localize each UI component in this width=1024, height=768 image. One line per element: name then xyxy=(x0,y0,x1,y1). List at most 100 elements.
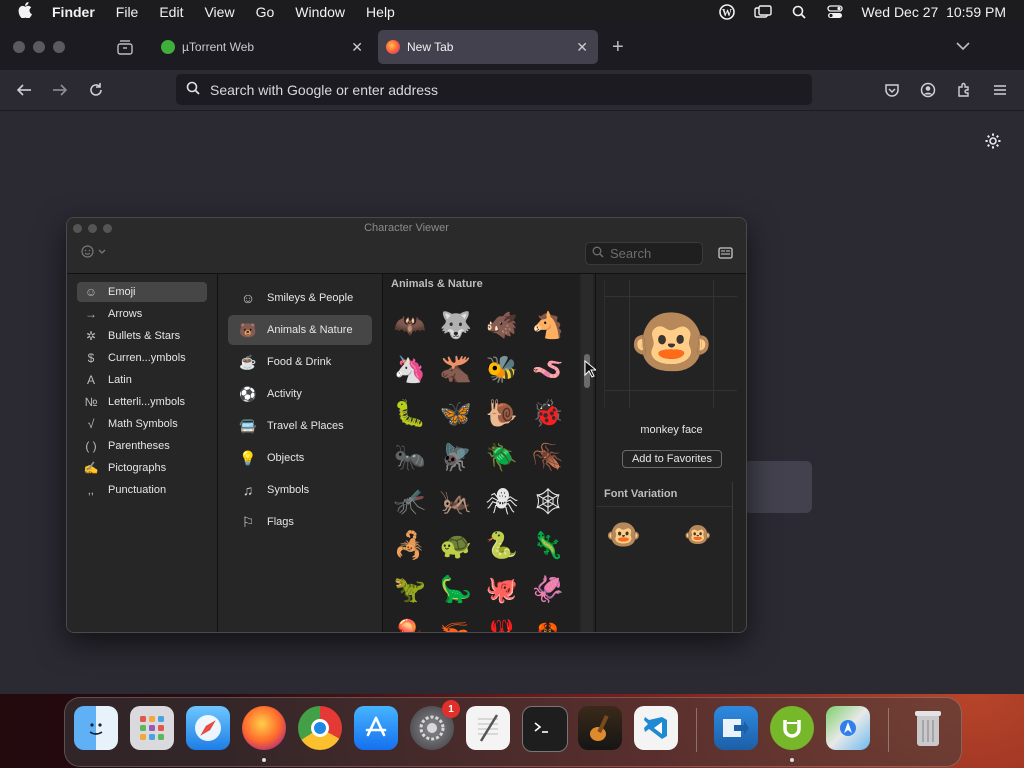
selected-character-glyph[interactable]: 🐵 xyxy=(629,300,714,384)
menu-window[interactable]: Window xyxy=(295,4,345,20)
close-tab-icon[interactable]: ✕ xyxy=(351,39,363,56)
new-tab-plus-icon[interactable]: + xyxy=(612,36,624,59)
emoji-cell[interactable]: 🦖 xyxy=(393,572,427,606)
category-currency-symbols[interactable]: $ Curren...ymbols xyxy=(77,348,207,368)
emoji-cell[interactable]: 🐝 xyxy=(485,352,519,386)
category-latin[interactable]: A Latin xyxy=(77,370,207,390)
add-to-favorites-button[interactable]: Add to Favorites xyxy=(622,450,722,468)
top-site-tile[interactable] xyxy=(744,461,812,513)
maps-icon[interactable] xyxy=(826,706,870,750)
font-variation-glyph[interactable]: 🐵 xyxy=(606,518,641,551)
group-symbols[interactable]: ♫ Symbols xyxy=(228,475,372,505)
emoji-cell[interactable]: 🕷 xyxy=(485,484,519,518)
close-tab-icon[interactable]: ✕ xyxy=(576,39,588,56)
emoji-cell[interactable]: 🦂 xyxy=(393,528,427,562)
emoji-cell[interactable]: 🐢 xyxy=(439,528,473,562)
tab-overview-icon[interactable] xyxy=(117,39,133,60)
emoji-cell[interactable]: 🪼 xyxy=(393,616,427,632)
category-letterlike-symbols[interactable]: № Letterli...ymbols xyxy=(77,392,207,412)
trash-icon[interactable] xyxy=(906,706,950,750)
migration-assistant-icon[interactable] xyxy=(714,706,758,750)
vscode-icon[interactable] xyxy=(634,706,678,750)
emoji-cell[interactable]: 🦎 xyxy=(531,528,565,562)
category-pictographs[interactable]: ✍ Pictographs xyxy=(77,458,207,478)
firefox-icon[interactable] xyxy=(242,706,286,750)
finder-icon[interactable] xyxy=(74,706,118,750)
tab-utorrent[interactable]: µTorrent Web ✕ xyxy=(153,30,373,64)
apple-icon[interactable] xyxy=(18,2,34,22)
category-emoji[interactable]: ☺ Emoji xyxy=(77,282,207,302)
emoji-cell[interactable]: 🪱 xyxy=(531,352,565,386)
menu-edit[interactable]: Edit xyxy=(159,4,183,20)
hamburger-menu-icon[interactable] xyxy=(990,80,1010,100)
category-bullets-stars[interactable]: ✲ Bullets & Stars xyxy=(77,326,207,346)
safari-icon[interactable] xyxy=(186,706,230,750)
emoji-cell[interactable]: 🐞 xyxy=(531,396,565,430)
action-menu-button[interactable] xyxy=(81,245,106,258)
category-arrows[interactable]: → Arrows xyxy=(77,304,207,324)
menu-help[interactable]: Help xyxy=(366,4,395,20)
group-food-drink[interactable]: ☕ Food & Drink xyxy=(228,347,372,377)
garageband-icon[interactable] xyxy=(578,706,622,750)
emoji-cell[interactable]: 🐍 xyxy=(485,528,519,562)
menu-file[interactable]: File xyxy=(116,4,139,20)
launchpad-icon[interactable] xyxy=(130,706,174,750)
emoji-cell[interactable]: 🐗 xyxy=(485,308,519,342)
system-settings-icon[interactable]: 1 xyxy=(410,700,460,750)
menu-clock[interactable]: Wed Dec 27 10:59 PM xyxy=(862,4,1006,20)
emoji-cell[interactable]: 🐺 xyxy=(439,308,473,342)
menu-go[interactable]: Go xyxy=(256,4,275,20)
address-bar[interactable]: Search with Google or enter address xyxy=(176,74,812,105)
app-store-icon[interactable] xyxy=(354,706,398,750)
emoji-cell[interactable]: 🕸 xyxy=(531,484,565,518)
zoom-window-button[interactable] xyxy=(53,41,65,53)
spotlight-search-icon[interactable] xyxy=(790,4,808,20)
account-icon[interactable] xyxy=(918,80,938,100)
settings-gear-icon[interactable] xyxy=(984,132,1002,155)
emoji-cell[interactable]: 🦄 xyxy=(393,352,427,386)
category-math-symbols[interactable]: √ Math Symbols xyxy=(77,414,207,434)
emoji-cell[interactable]: 🦀 xyxy=(531,616,565,632)
font-variation-glyph[interactable]: 🐵 xyxy=(684,522,711,548)
category-parentheses[interactable]: ( ) Parentheses xyxy=(77,436,207,456)
menu-app-name[interactable]: Finder xyxy=(52,4,95,20)
emoji-cell[interactable]: 🦑 xyxy=(531,572,565,606)
emoji-cell[interactable]: 🐌 xyxy=(485,396,519,430)
group-travel-places[interactable]: 🚍 Travel & Places xyxy=(228,411,372,441)
extensions-icon[interactable] xyxy=(954,80,974,100)
emoji-cell[interactable]: 🐙 xyxy=(485,572,519,606)
emoji-cell[interactable]: 🦟 xyxy=(393,484,427,518)
collapse-view-icon[interactable] xyxy=(718,246,733,264)
emoji-cell[interactable]: 🦇 xyxy=(393,308,427,342)
grid-scrollbar[interactable] xyxy=(581,274,593,632)
emoji-cell[interactable]: 🦗 xyxy=(439,484,473,518)
group-activity[interactable]: ⚽ Activity xyxy=(228,379,372,409)
textedit-icon[interactable] xyxy=(466,706,510,750)
group-objects[interactable]: 💡 Objects xyxy=(228,443,372,473)
back-arrow-icon[interactable] xyxy=(14,80,34,100)
emoji-cell[interactable]: 🐛 xyxy=(393,396,427,430)
emoji-cell[interactable]: 🦐 xyxy=(439,616,473,632)
chrome-icon[interactable] xyxy=(298,706,342,750)
emoji-cell[interactable]: 🪲 xyxy=(485,440,519,474)
reload-icon[interactable] xyxy=(86,80,106,100)
list-all-tabs-chevron-icon[interactable] xyxy=(956,38,970,56)
group-smileys-people[interactable]: ☺ Smileys & People xyxy=(228,283,372,313)
emoji-cell[interactable]: 🦋 xyxy=(439,396,473,430)
terminal-icon[interactable] xyxy=(522,706,568,752)
utorrent-icon[interactable] xyxy=(770,706,814,750)
minimize-window-button[interactable] xyxy=(33,41,45,53)
emoji-cell[interactable]: 🪰 xyxy=(439,440,473,474)
emoji-cell[interactable]: 🦕 xyxy=(439,572,473,606)
menu-view[interactable]: View xyxy=(204,4,234,20)
group-animals-nature[interactable]: 🐻 Animals & Nature xyxy=(228,315,372,345)
group-flags[interactable]: ⚐ Flags xyxy=(228,507,372,537)
tab-new-tab[interactable]: New Tab ✕ xyxy=(378,30,598,64)
emoji-cell[interactable]: 🦞 xyxy=(485,616,519,632)
wordpress-icon[interactable]: W xyxy=(718,4,736,20)
category-punctuation[interactable]: ‚, Punctuation xyxy=(77,480,207,500)
screen-mirroring-icon[interactable] xyxy=(753,4,772,20)
emoji-cell[interactable]: 🪳 xyxy=(531,440,565,474)
emoji-cell[interactable]: 🫎 xyxy=(439,352,473,386)
control-center-icon[interactable] xyxy=(826,4,844,20)
